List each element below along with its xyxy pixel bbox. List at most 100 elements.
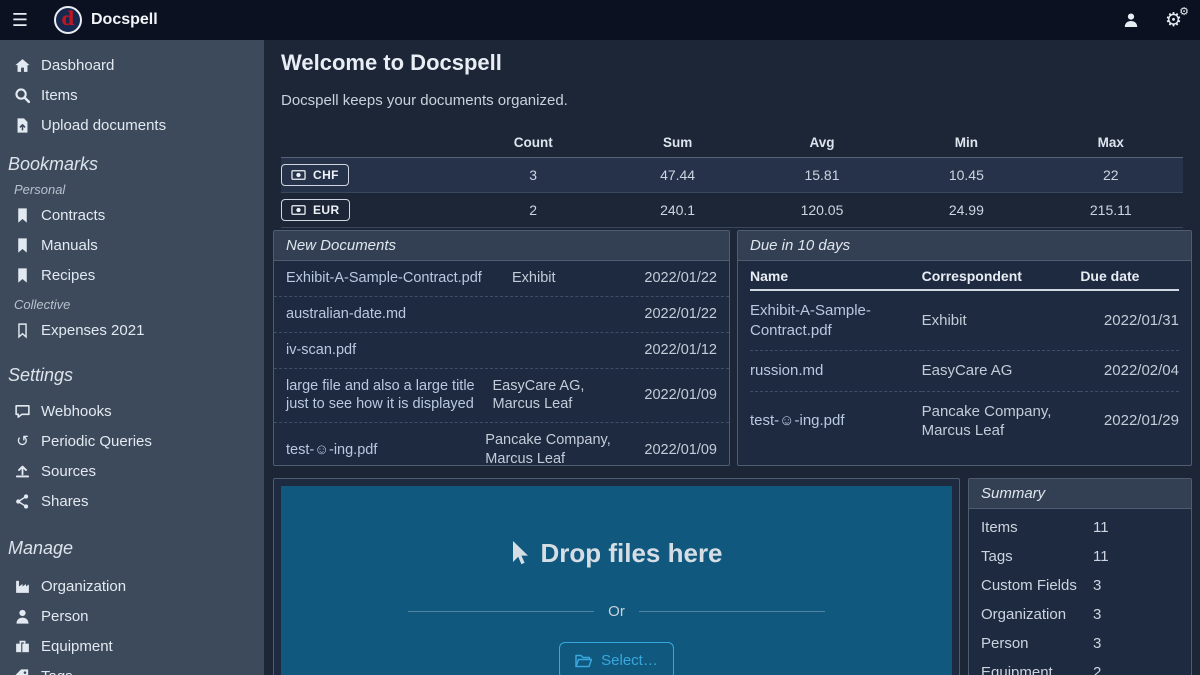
document-row[interactable]: test-☺-ing.pdf Pancake Company, Marcus L… (274, 423, 729, 466)
summary-row-person: Person 3 (969, 629, 1191, 658)
due-table: Name Correspondent Due date Exhibit-A-Sa… (750, 261, 1179, 451)
stats-header-max: Max (1039, 130, 1183, 158)
user-icon (14, 608, 31, 625)
share-icon (14, 493, 31, 510)
summary-row-custom-fields: Custom Fields 3 (969, 571, 1191, 600)
summary-row-equipment: Equipment 2 (969, 658, 1191, 675)
dropzone-headline: Drop files here (510, 538, 722, 569)
sidebar-item-manuals[interactable]: Manuals (0, 230, 264, 260)
menu-toggle-icon[interactable]: ☰ (0, 10, 40, 31)
new-documents-title: New Documents (274, 231, 729, 261)
summary-value: 11 (1093, 548, 1109, 565)
summary-value: 3 (1093, 635, 1101, 652)
search-icon (14, 87, 31, 104)
summary-value: 2 (1093, 664, 1101, 675)
app-logo[interactable]: d Docspell (54, 6, 158, 34)
sidebar-item-shares[interactable]: Shares (0, 486, 264, 516)
sidebar-item-tags[interactable]: Tags (0, 661, 264, 675)
sidebar-item-expenses-2021[interactable]: Expenses 2021 (0, 315, 264, 345)
stats-header-count: Count (461, 130, 605, 158)
summary-value: 11 (1093, 519, 1109, 536)
document-link[interactable]: Exhibit-A-Sample-Contract.pdf (286, 269, 504, 288)
file-dropzone[interactable]: Drop files here Or Select… (281, 486, 952, 675)
document-link[interactable]: russion.md (750, 362, 823, 379)
currency-stats-table: Count Sum Avg Min Max CHF 3 47.44 15.81 … (281, 130, 1183, 228)
money-bill-icon (291, 205, 306, 215)
document-link[interactable]: test-☺-ing.pdf (750, 412, 845, 429)
sidebar-item-webhooks[interactable]: Webhooks (0, 396, 264, 426)
docspell-logo-icon: d (54, 6, 82, 34)
top-bar: ☰ d Docspell ⚙⚙ (0, 0, 1200, 40)
folder-open-icon (575, 654, 592, 668)
summary-value: 3 (1093, 606, 1101, 623)
bookmark-icon (14, 267, 31, 284)
factory-icon (14, 578, 31, 595)
due-panel: Due in 10 days Name Correspondent Due da… (737, 230, 1192, 466)
page-title: Welcome to Docspell (264, 40, 1200, 76)
sidebar-item-sources[interactable]: Sources (0, 456, 264, 486)
sidebar-item-items[interactable]: Items (0, 80, 264, 110)
sidebar-item-dashboard[interactable]: Dasbhoard (0, 50, 264, 80)
stats-header-row: Count Sum Avg Min Max (281, 130, 1183, 158)
document-link[interactable]: test-☺-ing.pdf (286, 441, 477, 460)
stats-header-avg: Avg (750, 130, 894, 158)
document-row[interactable]: large file and also a large title just t… (274, 369, 729, 424)
sidebar: Dasbhoard Items Upload documents Bookmar… (0, 40, 264, 675)
currency-badge-chf[interactable]: CHF (281, 164, 349, 186)
sidebar-item-organization[interactable]: Organization (0, 571, 264, 601)
sidebar-item-periodic-queries[interactable]: ↺ Periodic Queries (0, 426, 264, 456)
bookmark-icon (14, 207, 31, 224)
document-link[interactable]: Exhibit-A-Sample-Contract.pdf (750, 302, 871, 339)
sidebar-section-bookmarks: Bookmarks (0, 154, 264, 175)
due-row[interactable]: test-☺-ing.pdf Pancake Company, Marcus L… (750, 391, 1179, 451)
tags-icon (14, 668, 31, 675)
briefcase-icon (14, 638, 31, 655)
document-row[interactable]: Exhibit-A-Sample-Contract.pdf Exhibit 20… (274, 261, 729, 297)
page-subtitle: Docspell keeps your documents organized. (264, 76, 1200, 109)
due-header-row: Name Correspondent Due date (750, 261, 1179, 290)
summary-row-tags: Tags 11 (969, 542, 1191, 571)
settings-gears-icon[interactable]: ⚙⚙ (1165, 9, 1182, 32)
stats-header-min: Min (894, 130, 1038, 158)
document-row[interactable]: iv-scan.pdf 2022/01/12 (274, 333, 729, 369)
summary-panel: Summary Items 11 Tags 11 Custom Fields 3… (968, 478, 1192, 675)
currency-badge-eur[interactable]: EUR (281, 199, 350, 221)
money-bill-icon (291, 170, 306, 180)
summary-row-organization: Organization 3 (969, 600, 1191, 629)
sidebar-item-person[interactable]: Person (0, 601, 264, 631)
sidebar-item-upload-documents[interactable]: Upload documents (0, 110, 264, 140)
sidebar-item-equipment[interactable]: Equipment (0, 631, 264, 661)
sidebar-item-contracts[interactable]: Contracts (0, 200, 264, 230)
upload-icon (14, 463, 31, 480)
sidebar-section-settings: Settings (0, 365, 264, 386)
bookmark-icon (14, 237, 31, 254)
summary-row-items: Items 11 (969, 513, 1191, 542)
select-files-button[interactable]: Select… (559, 642, 674, 675)
logo-letter: d (61, 10, 74, 29)
document-link[interactable]: iv-scan.pdf (286, 341, 504, 360)
sidebar-section-manage: Manage (0, 538, 264, 559)
document-link[interactable]: australian-date.md (286, 305, 504, 324)
file-upload-icon (14, 117, 31, 134)
upload-dropzone-panel: Drop files here Or Select… (273, 478, 960, 675)
history-icon: ↺ (14, 433, 31, 450)
new-documents-panel: New Documents Exhibit-A-Sample-Contract.… (273, 230, 730, 466)
bookmark-outline-icon (14, 322, 31, 339)
bookmarks-group-collective: Collective (0, 297, 264, 312)
document-row[interactable]: australian-date.md 2022/01/22 (274, 297, 729, 333)
app-title: Docspell (91, 11, 158, 29)
due-panel-title: Due in 10 days (738, 231, 1191, 261)
mouse-pointer-icon (510, 540, 530, 567)
due-row[interactable]: russion.md EasyCare AG 2022/02/04 (750, 351, 1179, 392)
summary-title: Summary (969, 479, 1191, 509)
stats-row-eur: EUR 2 240.1 120.05 24.99 215.11 (281, 193, 1183, 228)
summary-value: 3 (1093, 577, 1101, 594)
document-link[interactable]: large file and also a large title just t… (286, 377, 485, 415)
bookmarks-group-personal: Personal (0, 182, 264, 197)
or-divider: Or (408, 603, 824, 620)
due-row[interactable]: Exhibit-A-Sample-Contract.pdf Exhibit 20… (750, 290, 1179, 351)
stats-header-sum: Sum (605, 130, 749, 158)
sidebar-item-recipes[interactable]: Recipes (0, 260, 264, 290)
stats-row-chf: CHF 3 47.44 15.81 10.45 22 (281, 158, 1183, 193)
user-account-icon[interactable] (1123, 12, 1139, 28)
